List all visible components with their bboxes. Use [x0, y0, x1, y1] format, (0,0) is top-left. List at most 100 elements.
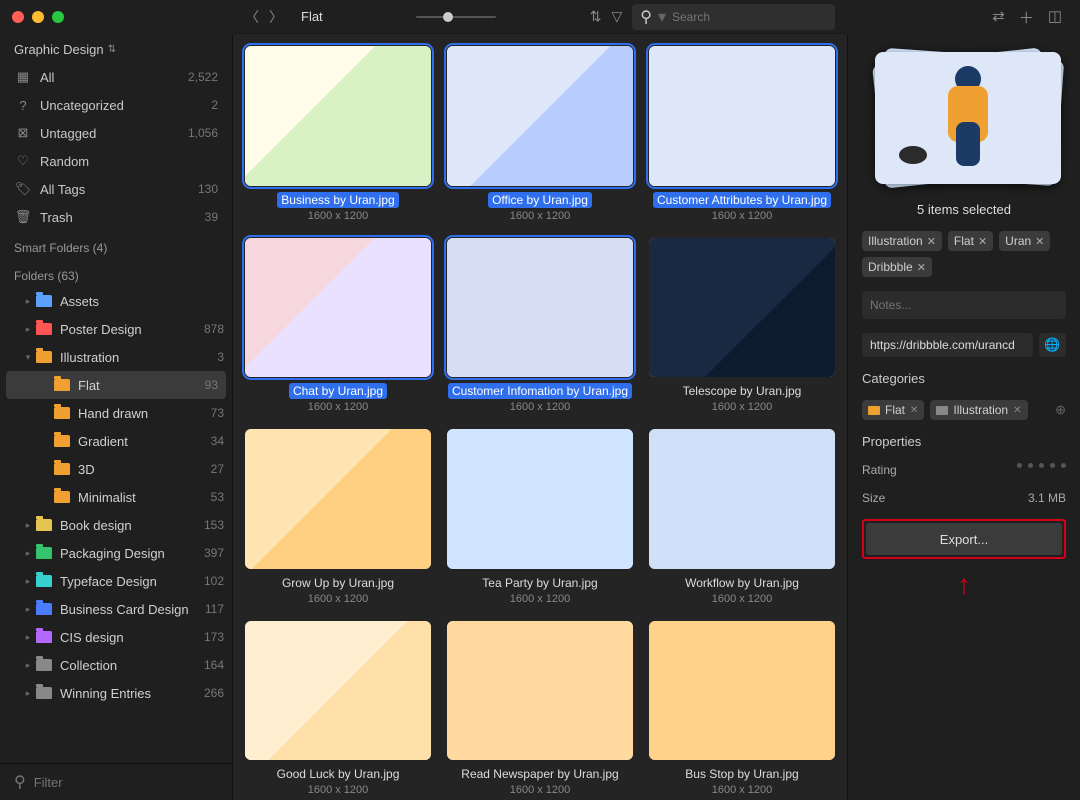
thumbnail-tile[interactable]: Office by Uran.jpg1600 x 1200 — [447, 46, 633, 222]
thumbnail-image[interactable] — [245, 46, 431, 186]
maximize-window-button[interactable] — [52, 11, 64, 23]
thumbnail-image[interactable] — [245, 429, 431, 569]
folder-label: Minimalist — [78, 490, 136, 505]
tag-chip[interactable]: Dribbble✕ — [862, 257, 932, 277]
add-category-button[interactable]: ⊕ — [1055, 402, 1066, 418]
nav-back-icon[interactable]: 〈 — [245, 7, 259, 27]
thumbnail-tile[interactable]: Chat by Uran.jpg1600 x 1200 — [245, 238, 431, 414]
folder-business-card-design[interactable]: ▸Business Card Design117 — [0, 595, 232, 623]
sidebar-item-uncategorized[interactable]: ?Uncategorized2 — [0, 91, 232, 119]
thumbnail-tile[interactable]: Read Newspaper by Uran.jpg1600 x 1200 — [447, 621, 633, 797]
folder-poster-design[interactable]: ▸Poster Design878 — [0, 315, 232, 343]
folders-section[interactable]: Folders (63) — [0, 259, 232, 287]
remove-tag-icon[interactable]: ✕ — [1035, 235, 1044, 248]
open-url-button[interactable]: 🌐 — [1039, 333, 1066, 357]
sidebar-item-label: Uncategorized — [40, 98, 124, 113]
thumbnail-image[interactable] — [447, 429, 633, 569]
category-chip[interactable]: Flat✕ — [862, 400, 924, 420]
library-title[interactable]: Graphic Design⇅ — [0, 38, 232, 63]
search-box[interactable]: ⚲ ▾ — [632, 4, 835, 30]
folder-illustration[interactable]: ▾Illustration3 — [0, 343, 232, 371]
chevron-icon[interactable]: ▸ — [22, 632, 34, 643]
thumbnail-image[interactable] — [649, 46, 835, 186]
folder-hand-drawn[interactable]: Hand drawn73 — [0, 399, 232, 427]
thumbnail-tile[interactable]: Grow Up by Uran.jpg1600 x 1200 — [245, 429, 431, 605]
thumbnail-tile[interactable]: Telescope by Uran.jpg1600 x 1200 — [649, 238, 835, 414]
remove-category-icon[interactable]: ✕ — [1013, 405, 1021, 416]
sync-icon[interactable]: ⇄ — [992, 7, 1005, 28]
smart-folders-section[interactable]: Smart Folders (4) — [0, 231, 232, 259]
thumbnail-image[interactable] — [245, 238, 431, 378]
thumbnail-size-slider[interactable] — [416, 16, 496, 18]
rating-control[interactable] — [1017, 463, 1066, 477]
thumbnail-tile[interactable]: Tea Party by Uran.jpg1600 x 1200 — [447, 429, 633, 605]
folder-assets[interactable]: ▸Assets — [0, 287, 232, 315]
folder-gradient[interactable]: Gradient34 — [0, 427, 232, 455]
thumbnail-image[interactable] — [245, 621, 431, 761]
close-window-button[interactable] — [12, 11, 24, 23]
tile-name: Chat by Uran.jpg — [289, 383, 387, 399]
sidebar-item-all-tags[interactable]: 🏷All Tags130 — [0, 175, 232, 203]
folder-collection[interactable]: ▸Collection164 — [0, 651, 232, 679]
tag-chip[interactable]: Uran✕ — [999, 231, 1050, 251]
thumbnail-tile[interactable]: Customer Attributes by Uran.jpg1600 x 12… — [649, 46, 835, 222]
search-input[interactable] — [672, 10, 827, 24]
thumbnail-tile[interactable]: Bus Stop by Uran.jpg1600 x 1200 — [649, 621, 835, 797]
folder-cis-design[interactable]: ▸CIS design173 — [0, 623, 232, 651]
chevron-icon[interactable]: ▸ — [22, 688, 34, 699]
thumbnail-image[interactable] — [447, 621, 633, 761]
thumbnail-image[interactable] — [649, 238, 835, 378]
remove-tag-icon[interactable]: ✕ — [978, 235, 987, 248]
minimize-window-button[interactable] — [32, 11, 44, 23]
chevron-icon[interactable]: ▸ — [22, 520, 34, 531]
chevron-icon[interactable]: ▸ — [22, 324, 34, 335]
tile-dimensions: 1600 x 1200 — [308, 593, 369, 605]
chevron-icon[interactable]: ▸ — [22, 576, 34, 587]
remove-category-icon[interactable]: ✕ — [910, 405, 918, 416]
thumbnail-tile[interactable]: Business by Uran.jpg1600 x 1200 — [245, 46, 431, 222]
chevron-icon[interactable]: ▾ — [22, 352, 34, 363]
category-chip[interactable]: Illustration✕ — [930, 400, 1027, 420]
remove-tag-icon[interactable]: ✕ — [927, 235, 936, 248]
breadcrumb[interactable]: Flat — [301, 9, 323, 24]
chevron-icon[interactable]: ▸ — [22, 660, 34, 671]
sort-icon[interactable]: ⇅ — [590, 8, 602, 25]
folder-minimalist[interactable]: Minimalist53 — [0, 483, 232, 511]
tile-dimensions: 1600 x 1200 — [712, 401, 773, 413]
thumbnail-image[interactable] — [447, 238, 633, 378]
sidebar-toggle-icon[interactable]: ◫ — [1048, 7, 1062, 28]
tile-name: Business by Uran.jpg — [277, 192, 398, 208]
remove-tag-icon[interactable]: ✕ — [917, 261, 926, 274]
folder-flat[interactable]: Flat93 — [6, 371, 226, 399]
sidebar-filter[interactable]: ⚲ — [0, 763, 232, 800]
tag-chip[interactable]: Illustration✕ — [862, 231, 942, 251]
folder-book-design[interactable]: ▸Book design153 — [0, 511, 232, 539]
thumbnail-tile[interactable]: Workflow by Uran.jpg1600 x 1200 — [649, 429, 835, 605]
add-icon[interactable]: ＋ — [1019, 7, 1034, 28]
sidebar-item-random[interactable]: ♡Random — [0, 147, 232, 175]
folder-winning-entries[interactable]: ▸Winning Entries266 — [0, 679, 232, 707]
folder-count: 27 — [211, 462, 224, 476]
thumbnail-image[interactable] — [649, 429, 835, 569]
folder-packaging-design[interactable]: ▸Packaging Design397 — [0, 539, 232, 567]
thumbnail-tile[interactable]: Customer Infomation by Uran.jpg1600 x 12… — [447, 238, 633, 414]
folder-icon — [54, 407, 70, 419]
thumbnail-tile[interactable]: Good Luck by Uran.jpg1600 x 1200 — [245, 621, 431, 797]
tag-chip[interactable]: Flat✕ — [948, 231, 993, 251]
folder-3d[interactable]: 3D27 — [0, 455, 232, 483]
filter-input[interactable] — [34, 775, 218, 790]
sidebar-item-untagged[interactable]: ⊠Untagged1,056 — [0, 119, 232, 147]
nav-forward-icon[interactable]: 〉 — [269, 7, 283, 27]
thumbnail-image[interactable] — [447, 46, 633, 186]
chevron-icon[interactable]: ▸ — [22, 296, 34, 307]
thumbnail-image[interactable] — [649, 621, 835, 761]
filter-icon[interactable]: ▽ — [611, 8, 622, 25]
chevron-icon[interactable]: ▸ — [22, 604, 34, 615]
export-button[interactable]: Export... — [866, 523, 1062, 555]
notes-input[interactable] — [862, 291, 1066, 319]
chevron-icon[interactable]: ▸ — [22, 548, 34, 559]
sidebar-item-trash[interactable]: 🗑Trash39 — [0, 203, 232, 231]
sidebar-item-all[interactable]: ▦All2,522 — [0, 63, 232, 91]
folder-typeface-design[interactable]: ▸Typeface Design102 — [0, 567, 232, 595]
url-input[interactable] — [862, 333, 1033, 357]
